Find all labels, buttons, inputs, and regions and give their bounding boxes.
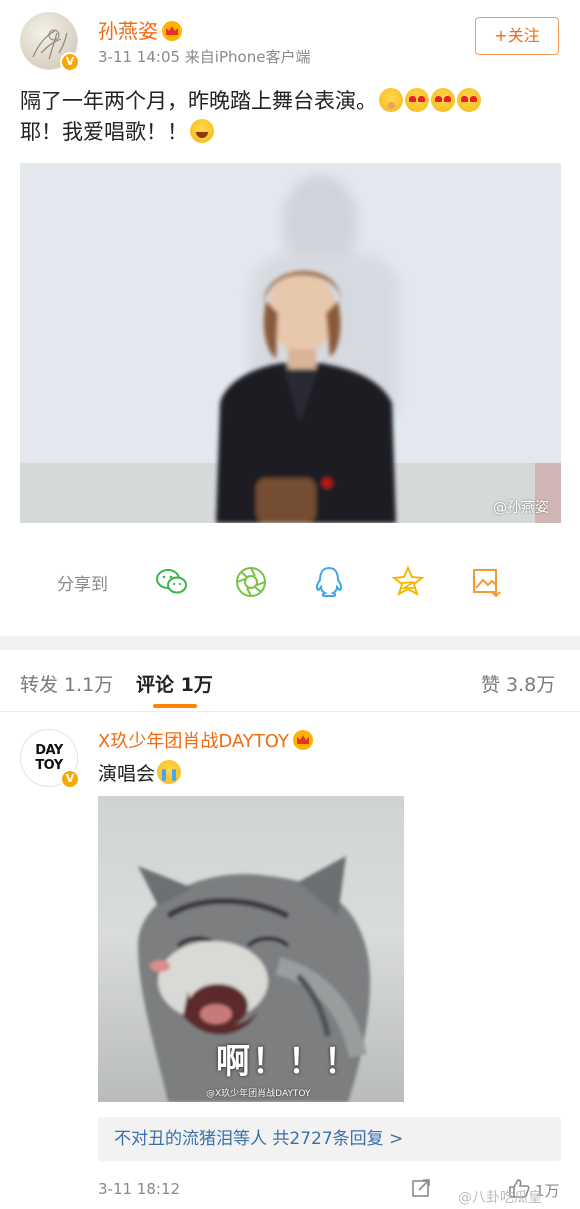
heart-eyes-emoji-icon: [431, 88, 455, 112]
qq-icon[interactable]: [311, 564, 347, 600]
tab-repost[interactable]: 转发 1.1万: [20, 670, 113, 697]
shush-emoji-icon: [379, 88, 403, 112]
tab-likes[interactable]: 赞 3.8万: [481, 670, 555, 697]
photo-illustration: [20, 163, 561, 523]
share-bar: 分享到: [0, 556, 580, 608]
vip-crown-icon: [292, 730, 313, 750]
section-divider: [0, 636, 580, 650]
qzone-icon[interactable]: [390, 564, 426, 600]
post-text-line-1-label: 隔了一年两个月，昨晚踏上舞台表演。: [20, 89, 377, 113]
verified-badge: V: [60, 769, 80, 789]
author-name[interactable]: 孙燕姿: [98, 15, 182, 44]
tab-comments[interactable]: 评论 1万: [136, 670, 213, 697]
post-photo[interactable]: @孙燕姿: [20, 163, 561, 523]
heart-eyes-emoji-icon: [457, 88, 481, 112]
commenter-name-label: X玖少年团肖战DAYTOY: [98, 731, 289, 752]
post-meta: 3-11 14:05 来自iPhone客户端: [98, 48, 311, 66]
interaction-tabs: 转发 1.1万 评论 1万 赞 3.8万: [0, 650, 580, 712]
moments-icon[interactable]: [233, 564, 269, 600]
post-text-line-1: 隔了一年两个月，昨晚踏上舞台表演。: [20, 86, 565, 117]
photo-watermark: @孙燕姿: [493, 500, 549, 516]
laughing-emoji-icon: [190, 119, 214, 143]
comment-text: 演唱会: [98, 759, 182, 786]
commenter-name[interactable]: X玖少年团肖战DAYTOY: [98, 727, 313, 753]
image-caption: 啊！！！: [216, 1042, 360, 1082]
comment-image[interactable]: 啊！！！ @X玖少年团肖战DAYTOY: [98, 796, 404, 1102]
comment-text-label: 演唱会: [98, 763, 156, 785]
comment-time: 3-11 18:12: [98, 1180, 181, 1198]
verified-badge: V: [60, 52, 80, 72]
active-tab-indicator: [153, 704, 197, 708]
image-watermark: @X玖少年团肖战DAYTOY: [206, 1089, 311, 1099]
heart-eyes-emoji-icon: [405, 88, 429, 112]
wechat-icon[interactable]: [154, 564, 190, 600]
view-replies-link[interactable]: 不对丑的流猪泪等人 共2727条回复 >: [98, 1117, 561, 1161]
author-name-label: 孙燕姿: [98, 19, 158, 43]
page-watermark: @八卦吃瓜皇: [458, 1190, 542, 1206]
repost-icon[interactable]: [410, 1177, 432, 1199]
avatar-text-line-1: DAY: [35, 743, 63, 758]
post-text: 隔了一年两个月，昨晚踏上舞台表演。 耶！我爱唱歌！！: [20, 86, 565, 148]
crying-emoji-icon: [157, 760, 182, 784]
save-image-icon[interactable]: [469, 564, 505, 600]
vip-crown-icon: [162, 21, 182, 41]
share-label: 分享到: [57, 575, 108, 595]
post-text-line-2: 耶！我爱唱歌！！: [20, 117, 565, 148]
follow-button[interactable]: +关注: [475, 17, 559, 55]
post-text-line-2-label: 耶！我爱唱歌！！: [20, 120, 188, 144]
